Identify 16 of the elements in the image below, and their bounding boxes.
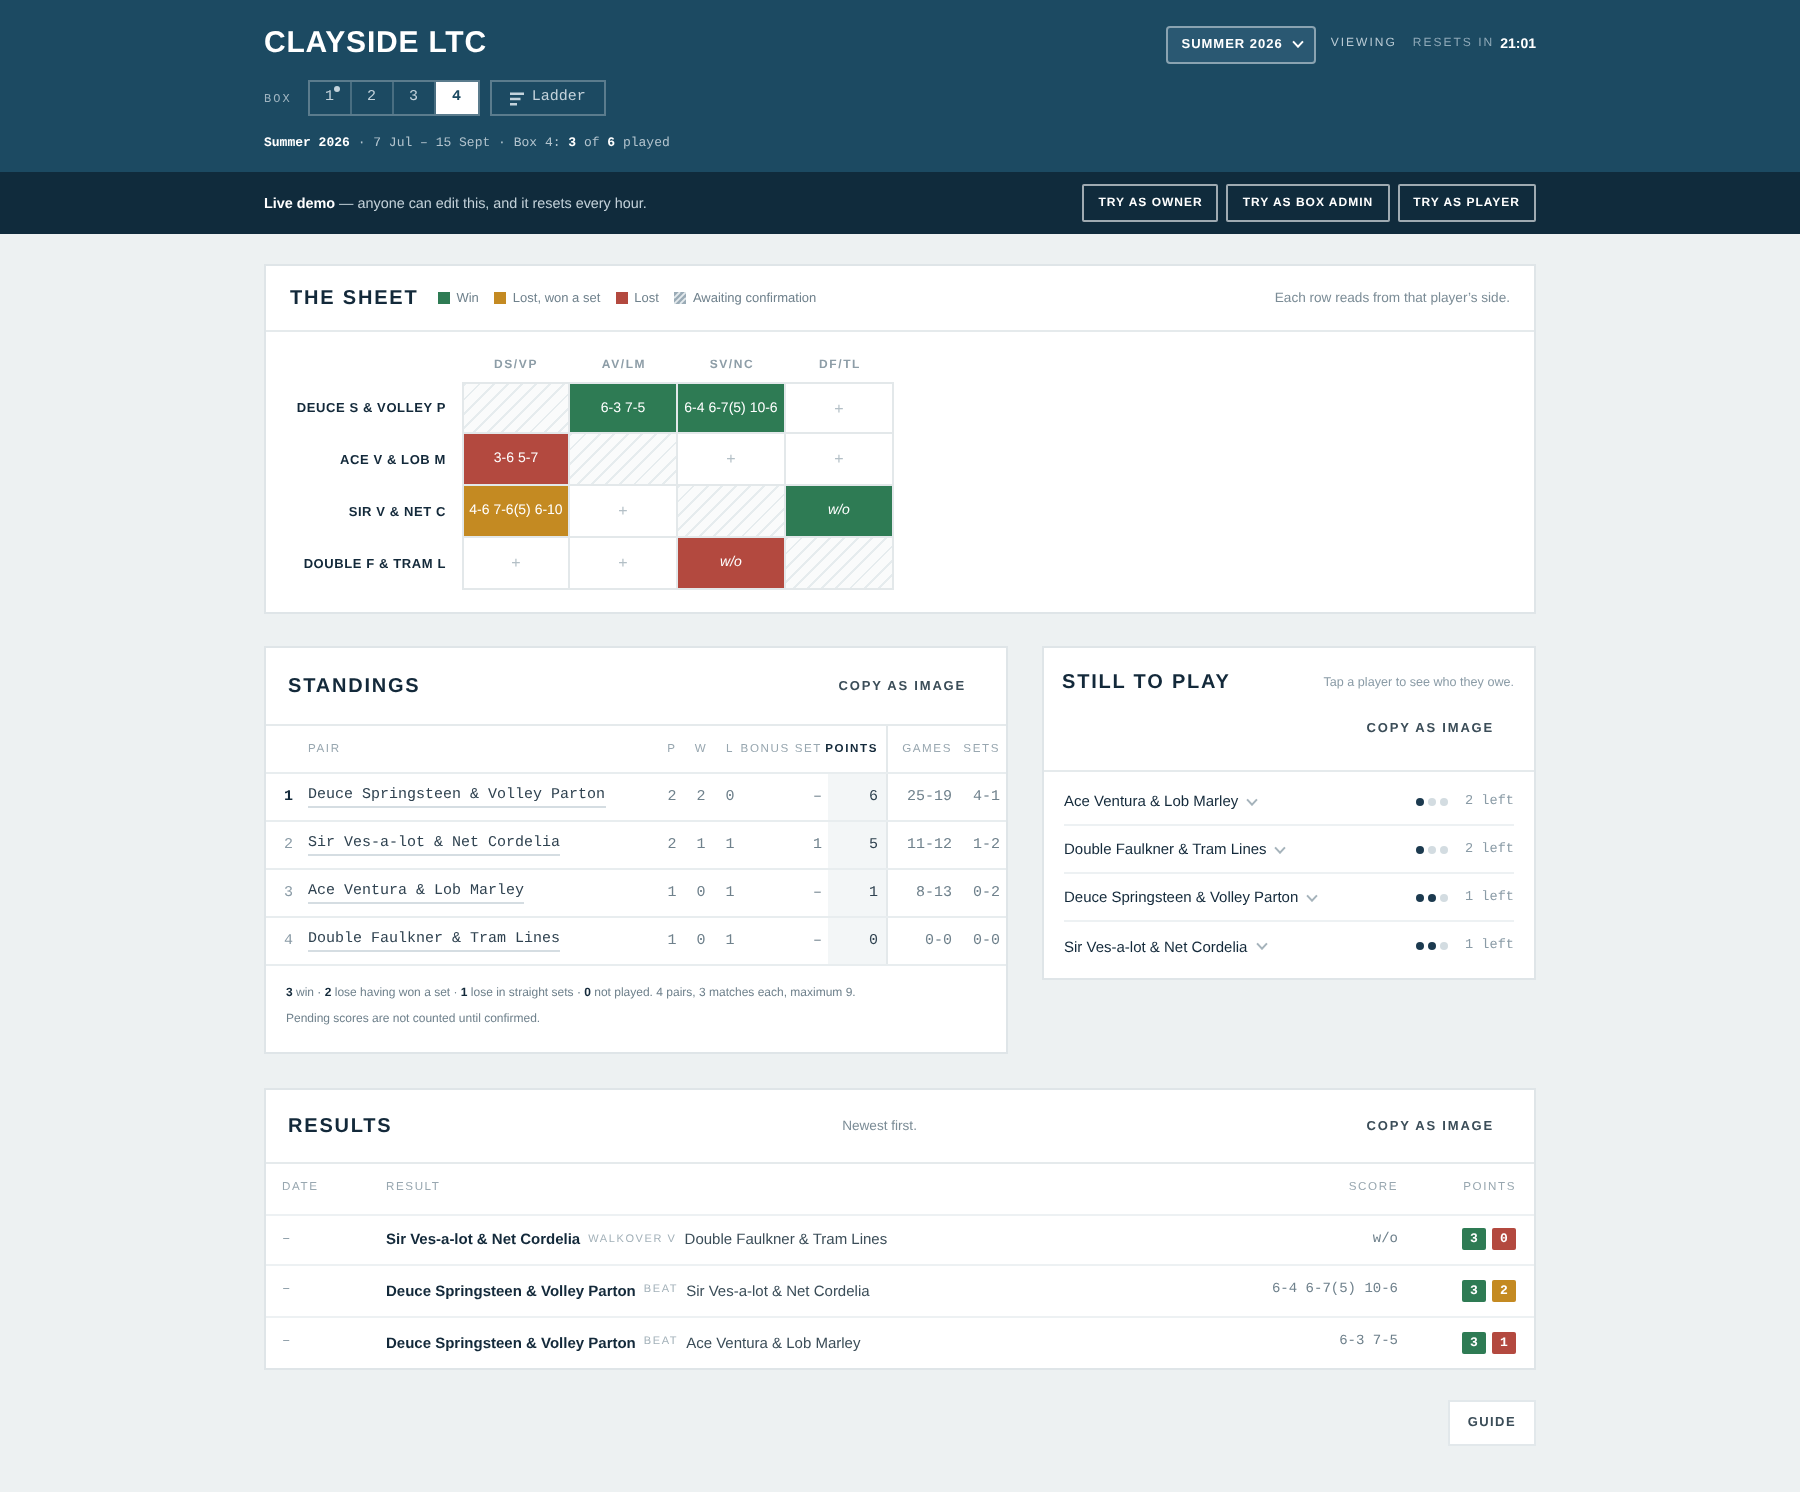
chevron-down-icon	[1255, 942, 1268, 950]
hatched-cell	[678, 486, 786, 538]
club-title: CLAYSIDE LTC	[264, 24, 487, 64]
hatched-swatch-icon	[674, 292, 687, 304]
section-title: STANDINGS	[288, 675, 421, 697]
section-title: THE SHEET	[290, 287, 419, 309]
section-title: RESULTS	[288, 1115, 393, 1137]
section-title: STILL TO PLAY	[1062, 671, 1231, 693]
chevron-down-icon	[1306, 893, 1319, 901]
chevron-down-icon	[1292, 40, 1305, 48]
chevron-down-icon	[1246, 797, 1259, 805]
hatched-cell	[786, 538, 894, 590]
list-icon	[509, 91, 524, 105]
chevron-down-icon	[1274, 845, 1287, 853]
hatched-cell	[462, 382, 570, 434]
hatched-cell	[570, 434, 678, 486]
